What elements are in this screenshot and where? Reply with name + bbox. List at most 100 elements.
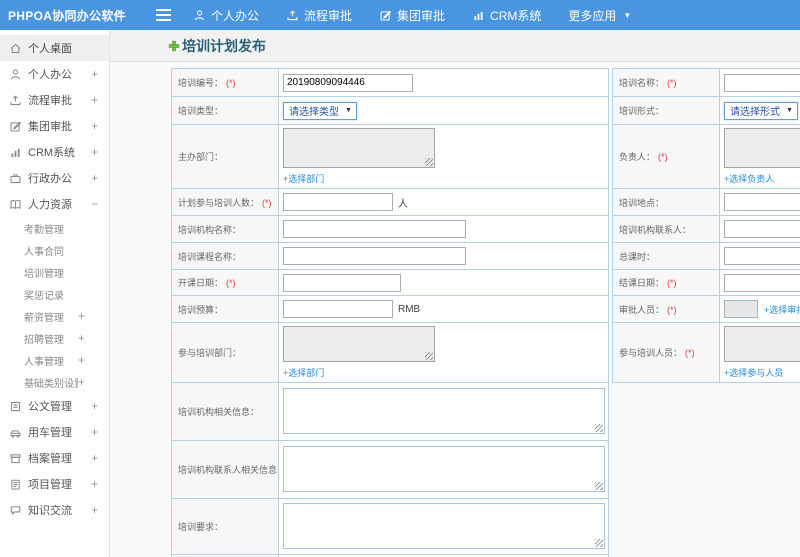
leader-textarea[interactable] (724, 128, 800, 168)
form-row: 培训编号： (*) (171, 68, 609, 97)
upload-icon (10, 95, 21, 105)
upload-icon (287, 10, 298, 20)
end-date-input[interactable] (724, 273, 800, 292)
field-label: 培训预算： (178, 304, 224, 315)
select-value: 请选择形式 (730, 107, 780, 118)
collapse-indicator: − (90, 197, 98, 211)
training-mode-select[interactable]: 请选择形式 ▼ (724, 101, 798, 120)
sidebar-subitem-salary[interactable]: 薪资管理 + (0, 305, 109, 327)
add-icon (168, 40, 180, 51)
field-label: 培训名称： (619, 78, 665, 88)
car-icon (10, 429, 21, 438)
form-row: 培训预算： RMB (171, 295, 609, 323)
sidebar-item-label: 个人桌面 (28, 43, 72, 55)
join-staff-textarea[interactable] (724, 326, 800, 362)
nav-group-approval[interactable]: 集团审批 (379, 7, 445, 24)
sidebar-item-workflow-approval[interactable]: 流程审批 + (0, 87, 109, 113)
select-join-dept-link[interactable]: +选择部门 (283, 368, 324, 378)
resize-handle[interactable] (595, 481, 603, 490)
required-mark: (*) (667, 278, 677, 288)
form-row: 培训机构名称： (171, 215, 609, 243)
org-contact-input[interactable] (724, 220, 800, 238)
resize-handle[interactable] (425, 158, 433, 166)
course-name-input[interactable] (283, 247, 466, 265)
sidebar-item-label: 薪资管理 (24, 312, 64, 324)
join-dept-textarea[interactable] (283, 326, 435, 362)
nav-crm-system[interactable]: CRM系统 (472, 7, 541, 24)
form-row: 培训机构相关信息： (171, 382, 609, 441)
approver-input[interactable] (724, 300, 758, 318)
expand-indicator: + (90, 399, 98, 413)
topbar: PHPOA协同办公软件 个人办公 流程审批 集团审批 CRM系统 更多应用 ▼ (0, 0, 800, 30)
location-input[interactable] (724, 193, 800, 211)
sidebar-subitem-hr-contract[interactable]: 人事合同 (0, 239, 109, 261)
currency-suffix: RMB (398, 303, 421, 315)
user-icon (194, 9, 205, 20)
sidebar-item-archive-mgmt[interactable]: 档案管理 + (0, 445, 109, 471)
select-join-staff-link[interactable]: +选择参与人员 (724, 368, 783, 378)
sidebar-subitem-training[interactable]: 培训管理 (0, 261, 109, 283)
nav-workflow-approval[interactable]: 流程审批 (286, 7, 352, 24)
resize-handle[interactable] (595, 423, 603, 432)
sidebar-item-human-resources[interactable]: 人力资源 − (0, 191, 109, 217)
planned-count-input[interactable] (283, 193, 393, 211)
training-name-input[interactable] (724, 73, 800, 92)
sidebar-item-label: CRM系统 (28, 147, 76, 159)
start-date-input[interactable] (283, 273, 401, 292)
required-mark: (*) (667, 304, 677, 315)
sidebar-item-project-mgmt[interactable]: 项目管理 + (0, 471, 109, 497)
sidebar-item-vehicle-mgmt[interactable]: 用车管理 + (0, 419, 109, 445)
form-row: 参与培训部门： +选择部门 (171, 322, 609, 383)
clipboard-icon (11, 479, 20, 490)
menu-toggle-icon[interactable] (156, 9, 171, 21)
expand-indicator: + (90, 67, 98, 81)
sidebar-item-document-mgmt[interactable]: 公文管理 + (0, 393, 109, 419)
total-hours-input[interactable] (724, 247, 800, 265)
expand-indicator: + (90, 145, 98, 159)
training-type-select[interactable]: 请选择类型 ▼ (283, 101, 357, 120)
sidebar-item-group-approval[interactable]: 集团审批 + (0, 113, 109, 139)
expand-indicator: + (77, 331, 85, 345)
select-value: 请选择类型 (289, 107, 339, 118)
nav-personal-office[interactable]: 个人办公 (193, 7, 259, 24)
required-mark: (*) (226, 278, 236, 288)
field-label: 总课时： (619, 251, 656, 262)
sidebar-item-knowledge-exchange[interactable]: 知识交流 + (0, 497, 109, 523)
budget-input[interactable] (283, 300, 393, 318)
form-panel: 培训编号：(*) 培训类型： 请选择类型 ▼ 主办部门： (110, 62, 800, 557)
field-label: 开课日期： (178, 278, 224, 288)
sidebar-item-label: 基础类别设置 (24, 378, 78, 390)
field-label: 审批人员： (619, 304, 665, 315)
org-info-textarea[interactable] (283, 387, 605, 434)
sidebar-subitem-attendance[interactable]: 考勤管理 (0, 217, 109, 239)
sidebar-item-admin-office[interactable]: 行政办公 + (0, 165, 109, 191)
sidebar-subitem-rewards[interactable]: 奖惩记录 (0, 283, 109, 305)
sidebar-item-personal-desktop[interactable]: 个人桌面 (0, 35, 109, 61)
nav-label: 更多应用 (568, 8, 617, 23)
org-name-input[interactable] (283, 220, 466, 238)
sidebar-item-label: 人事管理 (24, 356, 64, 368)
sidebar-item-crm-system[interactable]: CRM系统 + (0, 139, 109, 165)
host-dept-textarea[interactable] (283, 128, 435, 168)
org-contact-info-textarea[interactable] (283, 445, 605, 492)
sidebar-item-label: 人事合同 (24, 246, 64, 258)
sidebar-subitem-recruitment[interactable]: 招聘管理 + (0, 327, 109, 349)
select-leader-link[interactable]: +选择负责人 (724, 174, 774, 184)
field-label: 培训机构相关信息： (178, 407, 260, 417)
field-label: 培训课程名称： (178, 251, 242, 262)
book-icon (10, 199, 21, 209)
resize-handle[interactable] (425, 352, 433, 360)
sidebar-subitem-personnel[interactable]: 人事管理 + (0, 349, 109, 371)
training-number-input[interactable] (283, 73, 413, 92)
sidebar: 个人桌面 个人办公 + 流程审批 + 集团审批 + CRM系统 + 行政办公 + (0, 30, 110, 557)
sidebar-item-personal-office[interactable]: 个人办公 + (0, 61, 109, 87)
form-row: 培训课程名称： (171, 242, 609, 270)
select-dept-link[interactable]: +选择部门 (283, 174, 324, 184)
resize-handle[interactable] (595, 538, 603, 547)
field-label: 计划参与培训人数： (178, 197, 260, 208)
sidebar-subitem-base-category[interactable]: 基础类别设置 + (0, 371, 109, 393)
select-approver-link[interactable]: +选择审批人员 (764, 303, 800, 316)
nav-more-apps[interactable]: 更多应用 ▼ (568, 7, 631, 24)
form-table-left: 培训编号：(*) 培训类型： 请选择类型 ▼ 主办部门： (171, 68, 609, 557)
requirements-textarea[interactable] (283, 502, 605, 549)
